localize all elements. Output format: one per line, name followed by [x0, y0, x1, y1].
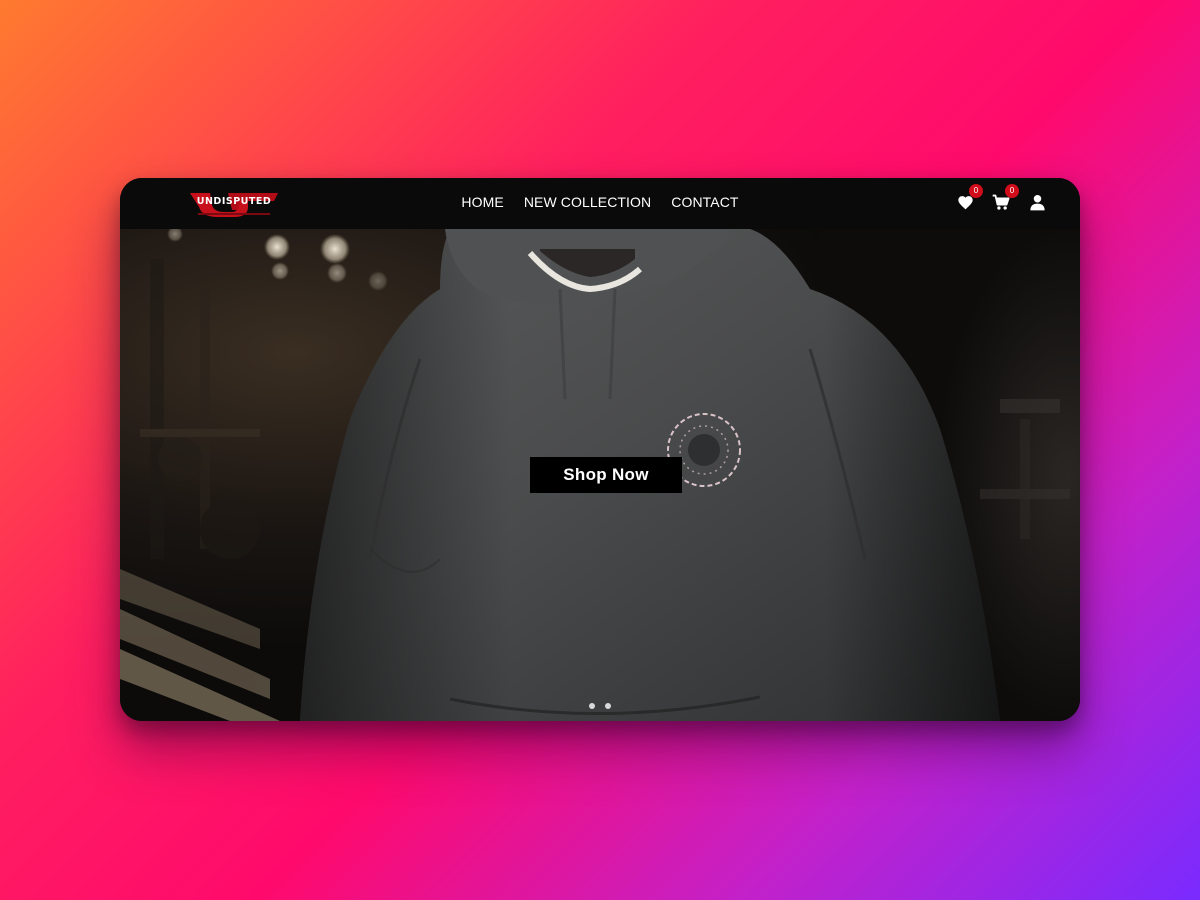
- wishlist-button[interactable]: 0: [956, 184, 983, 212]
- brand-wordmark: UNDISPUTED: [196, 196, 272, 207]
- cart-count-badge: 0: [1005, 184, 1019, 198]
- cart-button[interactable]: 0: [992, 184, 1019, 212]
- shop-now-button[interactable]: Shop Now: [530, 457, 682, 493]
- carousel-dots: [120, 703, 1080, 709]
- browser-window: UNDISPUTED HOME NEW COLLECTION CONTACT 0: [120, 178, 1080, 721]
- nav-home[interactable]: HOME: [461, 194, 503, 210]
- header-actions: 0 0: [956, 184, 1046, 212]
- hero-banner: Shop Now: [120, 229, 1080, 721]
- nav-contact[interactable]: CONTACT: [671, 194, 738, 210]
- wishlist-count-badge: 0: [969, 184, 983, 198]
- account-button[interactable]: [1028, 192, 1046, 212]
- nav-new-collection[interactable]: NEW COLLECTION: [524, 194, 651, 210]
- user-icon: [1029, 194, 1045, 210]
- heart-icon: [957, 195, 973, 209]
- carousel-dot-2[interactable]: [605, 703, 611, 709]
- carousel-dot-1[interactable]: [589, 703, 595, 709]
- site-header: UNDISPUTED HOME NEW COLLECTION CONTACT 0: [120, 178, 1080, 229]
